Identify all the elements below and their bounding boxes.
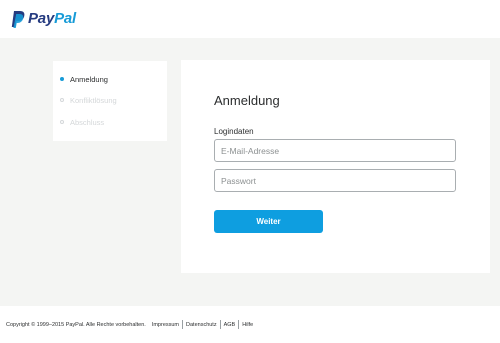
top-header: PayPal bbox=[0, 0, 500, 38]
copyright-text: Copyright © 1999–2015 PayPal. Alle Recht… bbox=[6, 321, 146, 328]
step-inactive-dot-icon bbox=[60, 98, 64, 102]
step-konfliktloesung: Konfliktlösung bbox=[60, 94, 117, 106]
progress-steps: Anmeldung Konfliktlösung Abschluss bbox=[53, 61, 167, 141]
step-active-dot-icon bbox=[60, 77, 64, 81]
step-inactive-dot-icon bbox=[60, 120, 64, 124]
login-card: Anmeldung Logindaten Weiter bbox=[181, 60, 490, 273]
step-abschluss: Abschluss bbox=[60, 116, 104, 128]
footer-row: Copyright © 1999–2015 PayPal. Alle Recht… bbox=[6, 320, 253, 329]
paypal-p-icon bbox=[11, 10, 25, 28]
footer-link-agb[interactable]: AGB bbox=[224, 322, 236, 328]
email-field[interactable] bbox=[214, 139, 456, 162]
step-label: Anmeldung bbox=[70, 74, 108, 84]
login-section-label: Logindaten bbox=[214, 127, 254, 136]
footer-divider bbox=[219, 320, 221, 329]
password-field[interactable] bbox=[214, 169, 456, 192]
step-anmeldung: Anmeldung bbox=[60, 73, 108, 85]
footer-link-datenschutz[interactable]: Datenschutz bbox=[186, 322, 217, 328]
continue-button[interactable]: Weiter bbox=[214, 210, 323, 233]
step-label: Konfliktlösung bbox=[70, 95, 117, 105]
page-footer: Copyright © 1999–2015 PayPal. Alle Recht… bbox=[0, 306, 500, 343]
page-title: Anmeldung bbox=[214, 93, 280, 108]
footer-divider bbox=[182, 320, 184, 329]
footer-divider bbox=[238, 320, 240, 329]
paypal-logo[interactable]: PayPal bbox=[11, 10, 76, 28]
footer-link-impressum[interactable]: Impressum bbox=[152, 322, 179, 328]
paypal-wordmark: PayPal bbox=[28, 10, 77, 27]
footer-link-hilfe[interactable]: Hilfe bbox=[242, 322, 253, 328]
step-label: Abschluss bbox=[70, 117, 105, 127]
